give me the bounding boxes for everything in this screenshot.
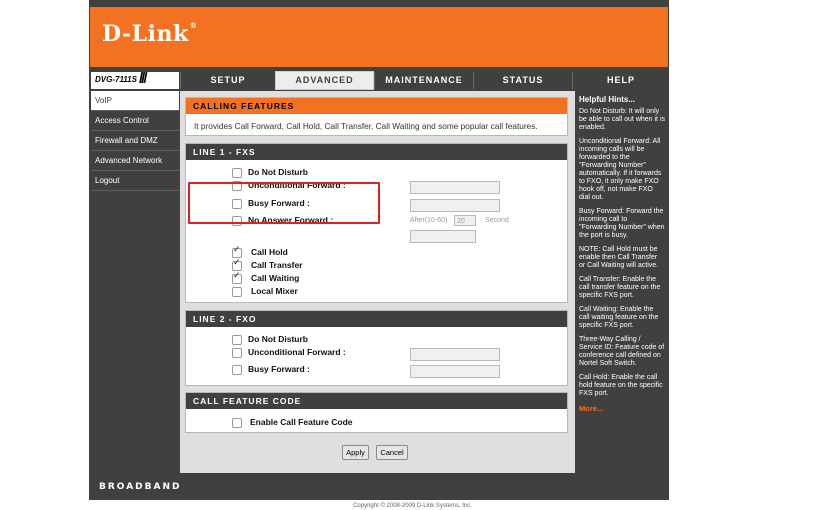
enable-feature-code-checkbox[interactable] (232, 418, 242, 428)
enable-feature-code-label: Enable Call Feature Code (250, 417, 353, 427)
line2-unconditional-forward-label: Unconditional Forward : (248, 347, 346, 357)
calling-features-description: It provides Call Forward, Call Hold, Cal… (194, 121, 538, 131)
line1-do-not-disturb-row: Do Not Disturb (186, 167, 567, 181)
tab-status[interactable]: STATUS (473, 72, 572, 89)
header-gap (89, 67, 669, 71)
help-hint: NOTE: Call Hold must be enable then Call… (579, 246, 659, 269)
help-title: Helpful Hints... (579, 95, 635, 104)
line1-busy-forward-input[interactable] (410, 199, 500, 212)
tab-help[interactable]: HELP (572, 72, 669, 89)
line2-do-not-disturb-row: Do Not Disturb (186, 334, 567, 348)
line1-call-waiting-checkbox[interactable] (232, 271, 242, 284)
sidebar-item-voip[interactable]: VoIP (91, 91, 179, 111)
main-content: CALLING FEATURES It provides Call Forwar… (180, 91, 575, 473)
line1-call-hold-label: Call Hold (251, 247, 288, 257)
line2-busy-forward-row: Busy Forward : (186, 364, 567, 378)
tab-maintenance[interactable]: MAINTENANCE (374, 72, 473, 89)
help-more-link[interactable]: More... (576, 404, 668, 413)
apply-button[interactable]: Apply (342, 445, 369, 460)
sidebar-item-advanced-network[interactable]: Advanced Network (91, 151, 179, 171)
line2-do-not-disturb-checkbox[interactable] (232, 335, 242, 345)
sidebar: VoIP Access Control Firewall and DMZ Adv… (91, 91, 179, 191)
line1-call-transfer-checkbox[interactable] (232, 258, 242, 271)
line2-panel: LINE 2 - FXO Do Not Disturb Unconditiona… (185, 310, 568, 386)
line2-unconditional-forward-checkbox[interactable] (232, 348, 242, 358)
help-hint: Unconditional Forward: All incoming call… (579, 138, 662, 201)
line1-do-not-disturb-label: Do Not Disturb (248, 167, 308, 177)
line2-busy-forward-checkbox[interactable] (232, 365, 242, 375)
tab-setup[interactable]: SETUP (180, 72, 275, 89)
line1-call-waiting-label: Call Waiting (251, 273, 300, 283)
copyright-text: Copyright © 2008-2009 D-Link Systems, In… (353, 503, 472, 509)
feature-code-panel: CALL FEATURE CODE Enable Call Feature Co… (185, 392, 568, 433)
footer: BROADBAND (89, 474, 669, 500)
line1-call-hold-checkbox[interactable] (232, 245, 242, 258)
model-badge: DVG-7111S /// (91, 70, 179, 89)
header-banner: D-Link® (90, 7, 668, 67)
line1-call-transfer-label: Call Transfer (251, 260, 303, 270)
line1-local-mixer-label: Local Mixer (251, 286, 298, 296)
line1-after-seconds-input[interactable]: 20 (454, 215, 476, 226)
sidebar-item-access-control[interactable]: Access Control (91, 111, 179, 131)
model-slashes-decoration: /// (139, 70, 147, 87)
line2-busy-forward-label: Busy Forward : (248, 364, 310, 374)
calling-features-panel: CALLING FEATURES It provides Call Forwar… (185, 97, 568, 136)
model-label: DVG-7111S (95, 75, 137, 84)
line1-call-waiting-row: Call Waiting (186, 271, 567, 287)
line1-local-mixer-checkbox[interactable] (232, 287, 242, 297)
help-hint: Busy Forward: Forward the incoming call … (579, 208, 665, 239)
router-frame: D-Link® DVG-7111S /// SETUP ADVANCED MAI… (89, 0, 669, 500)
line2-do-not-disturb-label: Do Not Disturb (248, 334, 308, 344)
line1-local-mixer-row: Local Mixer (186, 286, 567, 300)
line1-no-answer-number-row (186, 230, 567, 243)
line1-title: LINE 1 - FXS (186, 144, 567, 160)
help-hint: Do Not Disturb: It will only be able to … (579, 108, 665, 131)
line1-second-label: Second (485, 217, 509, 224)
line1-do-not-disturb-checkbox[interactable] (232, 168, 242, 178)
line1-no-answer-forward-input[interactable] (410, 230, 476, 243)
help-panel: Helpful Hints... Do Not Disturb: It will… (576, 91, 668, 473)
line1-after-label: After(10-60) (410, 217, 448, 224)
line2-title: LINE 2 - FXO (186, 311, 567, 327)
cancel-button[interactable]: Cancel (376, 445, 408, 460)
line1-call-transfer-row: Call Transfer (186, 258, 567, 274)
sidebar-item-logout[interactable]: Logout (91, 171, 179, 191)
help-hint: Three-Way Calling / Service ID: Feature … (579, 336, 665, 367)
line2-unconditional-forward-input[interactable] (410, 348, 500, 361)
help-hint: Call Transfer: Enable the call transfer … (579, 276, 661, 299)
dlink-logo: D-Link® (102, 21, 198, 47)
help-hint: Call Waiting: Enable the call waiting fe… (579, 306, 659, 329)
call-features-highlight-box (188, 182, 380, 224)
line2-busy-forward-input[interactable] (410, 365, 500, 378)
line1-call-hold-row: Call Hold (186, 245, 567, 261)
line2-unconditional-forward-row: Unconditional Forward : (186, 347, 567, 361)
feature-code-title: CALL FEATURE CODE (186, 393, 567, 409)
feature-code-row: Enable Call Feature Code (186, 417, 567, 431)
top-bar (89, 0, 669, 7)
sidebar-item-firewall-dmz[interactable]: Firewall and DMZ (91, 131, 179, 151)
line1-unconditional-forward-input[interactable] (410, 181, 500, 194)
calling-features-title: CALLING FEATURES (186, 98, 567, 114)
broadband-brand: BROADBAND (99, 482, 182, 492)
tab-advanced[interactable]: ADVANCED (275, 71, 374, 90)
help-hint: Call Hold: Enable the call hold feature … (579, 374, 663, 397)
